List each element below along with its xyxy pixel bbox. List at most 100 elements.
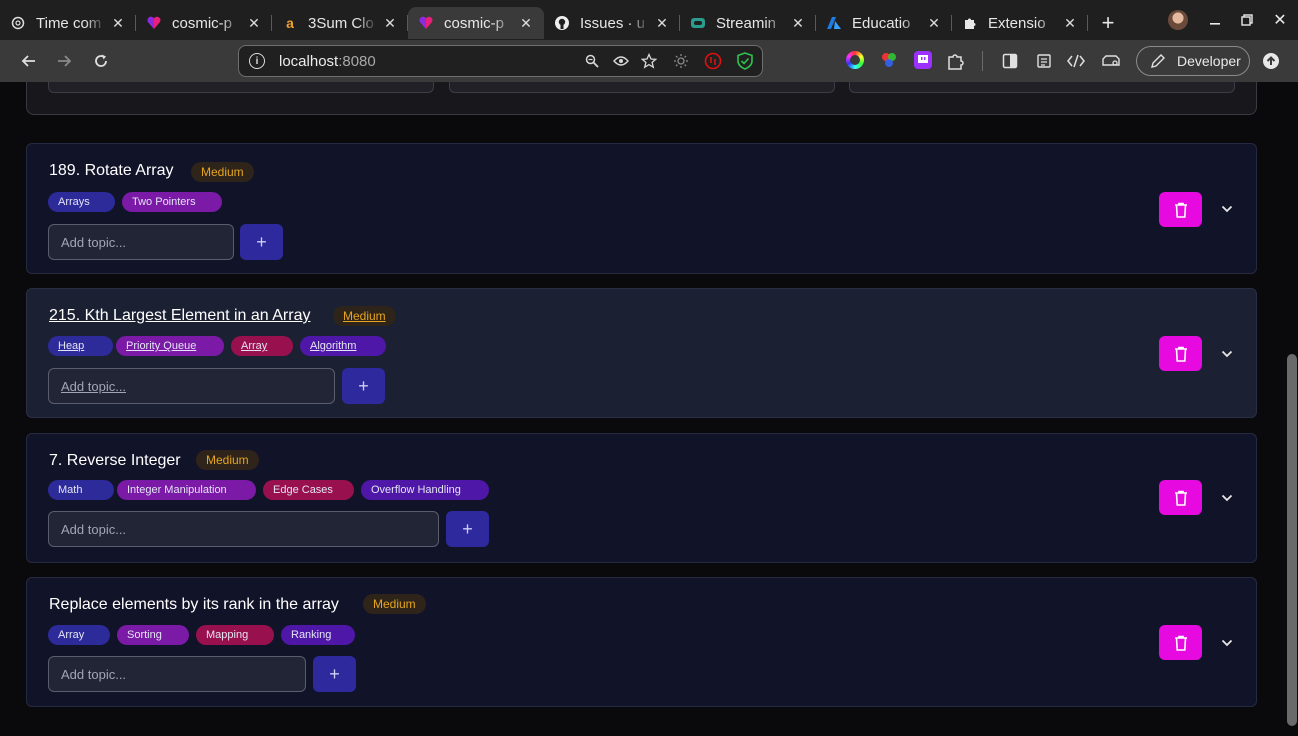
filter-field[interactable] (48, 82, 434, 93)
eye-icon[interactable] (611, 51, 631, 71)
minimize-icon[interactable] (1205, 10, 1225, 30)
browser-tab[interactable]: Educatio ✕ (816, 7, 952, 39)
avatar[interactable] (1168, 10, 1188, 30)
topic-tag: Math (48, 480, 114, 500)
trash-icon (1174, 635, 1187, 651)
delete-button[interactable] (1159, 625, 1202, 660)
colorful-extension-icon[interactable] (880, 51, 898, 69)
side-panel-icon[interactable] (1000, 51, 1020, 71)
filter-field[interactable] (449, 82, 835, 93)
tab-title: cosmic-p (444, 14, 505, 32)
add-topic-input[interactable]: Add topic... (48, 511, 439, 547)
browser-tab[interactable]: Extensio ✕ (952, 7, 1088, 39)
azure-icon (826, 15, 842, 31)
topic-tag: Array (231, 336, 293, 356)
browser-tab-active[interactable]: cosmic-p ✕ (408, 7, 544, 39)
scrollbar-thumb[interactable] (1287, 354, 1297, 726)
history-icon[interactable] (1034, 51, 1054, 71)
chevron-down-icon[interactable] (1217, 488, 1237, 508)
extensions-puzzle-icon[interactable] (946, 51, 966, 71)
openai-icon (10, 15, 26, 31)
forward-icon[interactable] (54, 51, 74, 71)
browser-tab[interactable]: Time com ✕ (0, 7, 136, 39)
close-tab-icon[interactable]: ✕ (110, 15, 126, 31)
shield-check-icon[interactable] (735, 51, 755, 71)
page-scrollbar[interactable] (1284, 82, 1298, 736)
close-tab-icon[interactable]: ✕ (654, 15, 670, 31)
topic-tag: Priority Queue (116, 336, 224, 356)
twitch-extension-icon[interactable] (914, 51, 932, 69)
tab-title: Educatio (852, 14, 911, 32)
chevron-down-icon[interactable] (1217, 344, 1237, 364)
add-topic-input[interactable]: Add topic... (48, 224, 234, 260)
bookmark-star-icon[interactable] (639, 51, 659, 71)
question-card[interactable]: 189. Rotate Array Medium Arrays Two Poin… (26, 143, 1257, 274)
chevron-down-icon[interactable] (1217, 199, 1237, 219)
browser-tab[interactable]: a 3Sum Clo ✕ (272, 7, 408, 39)
topic-tag: Sorting (117, 625, 189, 645)
toolbar-divider (982, 51, 983, 71)
url-port: :8080 (338, 52, 376, 70)
question-card[interactable]: Replace elements by its rank in the arra… (26, 577, 1257, 707)
add-topic-input[interactable]: Add topic... (48, 656, 306, 692)
tab-title: Time com (36, 14, 102, 32)
question-card[interactable]: 215. Kth Largest Element in an Array Med… (26, 288, 1257, 418)
question-title[interactable]: 215. Kth Largest Element in an Array (49, 307, 310, 325)
chevron-down-icon[interactable] (1217, 633, 1237, 653)
delete-button[interactable] (1159, 336, 1202, 371)
close-tab-icon[interactable]: ✕ (246, 15, 262, 31)
download-cloud-icon[interactable] (1101, 51, 1121, 71)
close-tab-icon[interactable]: ✕ (382, 15, 398, 31)
add-topic-input[interactable]: Add topic... (48, 368, 335, 404)
topic-tag: Heap (48, 336, 113, 356)
topic-tag: Overflow Handling (361, 480, 489, 500)
question-title[interactable]: 7. Reverse Integer (49, 452, 181, 470)
topic-tag: Algorithm (300, 336, 386, 356)
close-window-icon[interactable]: ✕ (1270, 10, 1290, 30)
add-topic-button[interactable]: + (342, 368, 385, 404)
question-card[interactable]: 7. Reverse Integer Medium Math Integer M… (26, 433, 1257, 563)
tab-strip: Time com ✕ cosmic-p ✕ a 3Sum Clo ✕ cosmi… (0, 0, 1298, 40)
add-topic-button[interactable]: + (446, 511, 489, 547)
power-off-icon[interactable] (703, 51, 723, 71)
close-tab-icon[interactable]: ✕ (518, 15, 534, 31)
question-title[interactable]: Replace elements by its rank in the arra… (49, 596, 339, 614)
delete-button[interactable] (1159, 480, 1202, 515)
color-picker-extension-icon[interactable] (846, 51, 864, 69)
close-tab-icon[interactable]: ✕ (1062, 15, 1078, 31)
zoom-icon[interactable] (582, 51, 602, 71)
back-icon[interactable] (19, 51, 39, 71)
trash-icon (1174, 490, 1187, 506)
topic-tag: Two Pointers (122, 192, 222, 212)
github-icon (554, 15, 570, 31)
pencil-icon (1151, 54, 1165, 68)
close-tab-icon[interactable]: ✕ (790, 15, 806, 31)
dark-reader-sun-icon[interactable] (671, 51, 691, 71)
browser-tab[interactable]: cosmic-p ✕ (136, 7, 272, 39)
site-info-icon[interactable]: i (249, 53, 265, 69)
url-host: localhost (279, 52, 339, 70)
stream-icon (690, 15, 706, 31)
difficulty-badge: Medium (363, 594, 426, 614)
new-tab-button[interactable]: + (1092, 7, 1124, 39)
tab-title: Issues · u (580, 14, 646, 32)
browser-tab[interactable]: Issues · u ✕ (544, 7, 680, 39)
profile-button[interactable]: Developer (1136, 46, 1250, 76)
question-title[interactable]: 189. Rotate Array (49, 162, 174, 180)
reload-icon[interactable] (91, 51, 111, 71)
difficulty-badge: Medium (191, 162, 254, 182)
add-topic-button[interactable]: + (240, 224, 283, 260)
address-url: localhost:8080 (279, 53, 376, 70)
devtools-code-icon[interactable] (1066, 51, 1086, 71)
browser-tab[interactable]: Streamin ✕ (680, 7, 816, 39)
topic-tag: Array (48, 625, 110, 645)
tab-title: 3Sum Clo (308, 14, 374, 32)
close-tab-icon[interactable]: ✕ (926, 15, 942, 31)
filter-field[interactable] (849, 82, 1235, 93)
trash-icon (1174, 202, 1187, 218)
maximize-icon[interactable] (1237, 10, 1257, 30)
update-arrow-icon[interactable] (1261, 51, 1281, 71)
delete-button[interactable] (1159, 192, 1202, 227)
add-topic-button[interactable]: + (313, 656, 356, 692)
topic-tag: Ranking (281, 625, 355, 645)
